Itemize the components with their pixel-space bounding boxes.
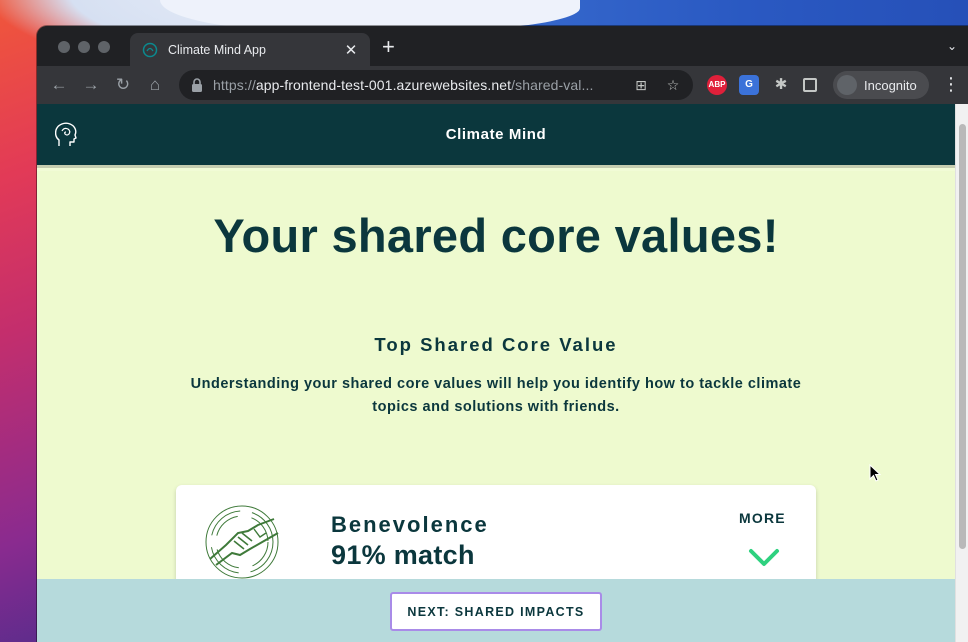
home-icon[interactable]: ⌂ bbox=[143, 73, 167, 97]
handshake-icon bbox=[205, 505, 279, 579]
incognito-icon bbox=[837, 75, 857, 95]
page-viewport: Climate Mind Your shared core values! To… bbox=[37, 104, 955, 642]
google-translate-extension-icon[interactable]: G bbox=[739, 75, 759, 95]
tab-climate-mind[interactable]: Climate Mind App ✕ bbox=[130, 33, 370, 66]
page-scrollbar[interactable] bbox=[955, 104, 968, 642]
url-path: /shared-val... bbox=[511, 77, 594, 93]
reload-icon[interactable]: ↻ bbox=[111, 73, 135, 97]
tab-search-chevron-icon[interactable]: ⌄ bbox=[947, 39, 957, 53]
browser-menu-icon[interactable]: ⋮ bbox=[942, 74, 960, 95]
new-tab-icon[interactable]: + bbox=[382, 36, 395, 58]
mouse-cursor-icon bbox=[869, 464, 881, 482]
maximize-window-button[interactable] bbox=[98, 41, 110, 53]
app-header: Climate Mind bbox=[37, 104, 955, 168]
value-match-percent: 91% match bbox=[331, 540, 475, 570]
incognito-label: Incognito bbox=[864, 77, 917, 93]
section-title: Top Shared Core Value bbox=[374, 334, 618, 355]
scrollbar-thumb[interactable] bbox=[959, 124, 966, 549]
forward-arrow-icon[interactable]: → bbox=[79, 73, 103, 97]
url-host: app-frontend-test-001.azurewebsites.net bbox=[255, 77, 512, 93]
app-title: Climate Mind bbox=[445, 126, 547, 143]
lock-icon bbox=[192, 78, 202, 92]
section-description: Understanding your shared core values wi… bbox=[190, 376, 802, 415]
url-text: https://app-frontend-test-001.azurewebsi… bbox=[213, 77, 619, 93]
page-title: Your shared core values! bbox=[213, 209, 779, 262]
address-bar[interactable]: https://app-frontend-test-001.azurewebsi… bbox=[179, 70, 693, 100]
minimize-window-button[interactable] bbox=[78, 41, 90, 53]
more-button[interactable]: MORE bbox=[739, 510, 786, 526]
tab-strip: Climate Mind App ✕ + ⌄ bbox=[37, 26, 968, 66]
browser-window: Climate Mind App ✕ + ⌄ ← → ↻ ⌂ https://a… bbox=[37, 26, 968, 642]
back-arrow-icon[interactable]: ← bbox=[47, 73, 71, 97]
browser-toolbar: ← → ↻ ⌂ https://app-frontend-test-001.az… bbox=[37, 66, 968, 104]
chevron-down-icon[interactable] bbox=[748, 547, 780, 569]
extensions-puzzle-icon[interactable]: ✱ bbox=[771, 75, 791, 95]
bookmark-star-icon[interactable]: ☆ bbox=[663, 75, 683, 95]
value-name: Benevolence bbox=[331, 512, 489, 537]
next-shared-impacts-button[interactable]: NEXT: SHARED IMPACTS bbox=[390, 592, 602, 631]
tab-close-icon[interactable]: ✕ bbox=[342, 41, 360, 59]
climate-mind-favicon-icon bbox=[142, 42, 158, 57]
footer-bar: NEXT: SHARED IMPACTS bbox=[37, 579, 955, 642]
tab-title: Climate Mind App bbox=[168, 42, 266, 57]
incognito-indicator[interactable]: Incognito bbox=[833, 71, 929, 99]
url-scheme: https:// bbox=[213, 77, 256, 93]
close-window-button[interactable] bbox=[58, 41, 70, 53]
side-panel-icon[interactable] bbox=[803, 78, 817, 92]
translate-icon[interactable]: ⊞ bbox=[631, 75, 651, 95]
adblock-extension-icon[interactable]: ABP bbox=[707, 75, 727, 95]
